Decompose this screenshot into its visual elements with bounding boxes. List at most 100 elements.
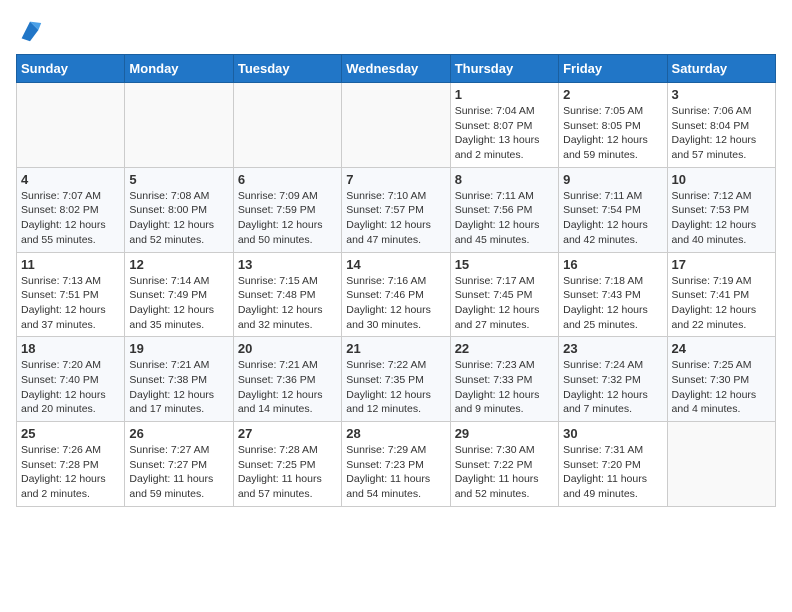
calendar-cell: [233, 83, 341, 168]
day-number: 15: [455, 257, 554, 272]
calendar-cell: 13 Sunrise: 7:15 AMSunset: 7:48 PMDayligh…: [233, 252, 341, 337]
calendar-week-2: 4 Sunrise: 7:07 AMSunset: 8:02 PMDaylight…: [17, 167, 776, 252]
calendar-cell: [667, 422, 775, 507]
day-number: 14: [346, 257, 445, 272]
day-number: 20: [238, 341, 337, 356]
day-number: 12: [129, 257, 228, 272]
day-info: Sunrise: 7:08 AMSunset: 8:00 PMDaylight:…: [129, 189, 228, 248]
calendar-cell: [342, 83, 450, 168]
day-header-sunday: Sunday: [17, 55, 125, 83]
day-info: Sunrise: 7:21 AMSunset: 7:36 PMDaylight:…: [238, 358, 337, 417]
day-header-wednesday: Wednesday: [342, 55, 450, 83]
calendar-cell: 24Sunrise: 7:25 AMSunset: 7:30 PMDayligh…: [667, 337, 775, 422]
calendar-week-5: 25Sunrise: 7:26 AMSunset: 7:28 PMDayligh…: [17, 422, 776, 507]
day-info: Sunrise: 7:10 AMSunset: 7:57 PMDaylight:…: [346, 189, 445, 248]
calendar-week-4: 18Sunrise: 7:20 AMSunset: 7:40 PMDayligh…: [17, 337, 776, 422]
calendar-table: SundayMondayTuesdayWednesdayThursdayFrid…: [16, 54, 776, 507]
day-number: 26: [129, 426, 228, 441]
day-info: Sunrise: 7:18 AMSunset: 7:43 PMDaylight:…: [563, 274, 662, 333]
day-number: 19: [129, 341, 228, 356]
day-info: Sunrise: 7:09 AMSunset: 7:59 PMDaylight:…: [238, 189, 337, 248]
logo: [16, 16, 48, 44]
logo-icon: [16, 16, 44, 44]
calendar-cell: 8 Sunrise: 7:11 AMSunset: 7:56 PMDaylight…: [450, 167, 558, 252]
day-info: Sunrise: 7:14 AMSunset: 7:49 PMDaylight:…: [129, 274, 228, 333]
day-number: 17: [672, 257, 771, 272]
day-info: Sunrise: 7:19 AMSunset: 7:41 PMDaylight:…: [672, 274, 771, 333]
calendar-cell: [17, 83, 125, 168]
day-number: 10: [672, 172, 771, 187]
day-number: 7: [346, 172, 445, 187]
day-number: 29: [455, 426, 554, 441]
day-number: 30: [563, 426, 662, 441]
day-info: Sunrise: 7:13 AMSunset: 7:51 PMDaylight:…: [21, 274, 120, 333]
calendar-cell: 10 Sunrise: 7:12 AMSunset: 7:53 PMDayligh…: [667, 167, 775, 252]
day-number: 9: [563, 172, 662, 187]
day-number: 1: [455, 87, 554, 102]
day-number: 3: [672, 87, 771, 102]
calendar-cell: 28 Sunrise: 7:29 AMSunset: 7:23 PMDayligh…: [342, 422, 450, 507]
calendar-cell: 21Sunrise: 7:22 AMSunset: 7:35 PMDayligh…: [342, 337, 450, 422]
day-info: Sunrise: 7:07 AMSunset: 8:02 PMDaylight:…: [21, 189, 120, 248]
day-header-saturday: Saturday: [667, 55, 775, 83]
calendar-cell: 17 Sunrise: 7:19 AMSunset: 7:41 PMDayligh…: [667, 252, 775, 337]
calendar-cell: 29 Sunrise: 7:30 AMSunset: 7:22 PMDayligh…: [450, 422, 558, 507]
calendar-cell: 11 Sunrise: 7:13 AMSunset: 7:51 PMDayligh…: [17, 252, 125, 337]
calendar-cell: 5 Sunrise: 7:08 AMSunset: 8:00 PMDaylight…: [125, 167, 233, 252]
day-info: Sunrise: 7:11 AMSunset: 7:56 PMDaylight:…: [455, 189, 554, 248]
calendar-cell: 20 Sunrise: 7:21 AMSunset: 7:36 PMDayligh…: [233, 337, 341, 422]
calendar-cell: 7 Sunrise: 7:10 AMSunset: 7:57 PMDaylight…: [342, 167, 450, 252]
calendar-cell: 1 Sunrise: 7:04 AMSunset: 8:07 PMDaylight…: [450, 83, 558, 168]
day-number: 11: [21, 257, 120, 272]
calendar-cell: 27 Sunrise: 7:28 AMSunset: 7:25 PMDayligh…: [233, 422, 341, 507]
day-number: 27: [238, 426, 337, 441]
calendar-cell: 26 Sunrise: 7:27 AMSunset: 7:27 PMDayligh…: [125, 422, 233, 507]
day-info: Sunrise: 7:06 AMSunset: 8:04 PMDaylight:…: [672, 104, 771, 163]
day-info: Sunrise: 7:29 AMSunset: 7:23 PMDaylight:…: [346, 443, 445, 502]
day-number: 5: [129, 172, 228, 187]
day-number: 18: [21, 341, 120, 356]
day-info: Sunrise: 7:04 AMSunset: 8:07 PMDaylight:…: [455, 104, 554, 163]
calendar-cell: 6 Sunrise: 7:09 AMSunset: 7:59 PMDaylight…: [233, 167, 341, 252]
day-info: Sunrise: 7:15 AMSunset: 7:48 PMDaylight:…: [238, 274, 337, 333]
day-header-thursday: Thursday: [450, 55, 558, 83]
calendar-cell: 25Sunrise: 7:26 AMSunset: 7:28 PMDayligh…: [17, 422, 125, 507]
calendar-cell: 22 Sunrise: 7:23 AMSunset: 7:33 PMDayligh…: [450, 337, 558, 422]
day-number: 25: [21, 426, 120, 441]
day-number: 8: [455, 172, 554, 187]
day-header-friday: Friday: [559, 55, 667, 83]
day-info: Sunrise: 7:30 AMSunset: 7:22 PMDaylight:…: [455, 443, 554, 502]
day-number: 16: [563, 257, 662, 272]
day-number: 6: [238, 172, 337, 187]
day-number: 23: [563, 341, 662, 356]
day-info: Sunrise: 7:22 AMSunset: 7:35 PMDaylight:…: [346, 358, 445, 417]
calendar-week-3: 11 Sunrise: 7:13 AMSunset: 7:51 PMDayligh…: [17, 252, 776, 337]
day-info: Sunrise: 7:17 AMSunset: 7:45 PMDaylight:…: [455, 274, 554, 333]
calendar-cell: 15 Sunrise: 7:17 AMSunset: 7:45 PMDayligh…: [450, 252, 558, 337]
day-info: Sunrise: 7:23 AMSunset: 7:33 PMDaylight:…: [455, 358, 554, 417]
day-header-monday: Monday: [125, 55, 233, 83]
day-info: Sunrise: 7:25 AMSunset: 7:30 PMDaylight:…: [672, 358, 771, 417]
day-info: Sunrise: 7:28 AMSunset: 7:25 PMDaylight:…: [238, 443, 337, 502]
page-header: [16, 16, 776, 44]
day-info: Sunrise: 7:31 AMSunset: 7:20 PMDaylight:…: [563, 443, 662, 502]
calendar-cell: 3 Sunrise: 7:06 AMSunset: 8:04 PMDaylight…: [667, 83, 775, 168]
calendar-cell: 30 Sunrise: 7:31 AMSunset: 7:20 PMDayligh…: [559, 422, 667, 507]
calendar-cell: 4 Sunrise: 7:07 AMSunset: 8:02 PMDaylight…: [17, 167, 125, 252]
day-info: Sunrise: 7:11 AMSunset: 7:54 PMDaylight:…: [563, 189, 662, 248]
day-number: 13: [238, 257, 337, 272]
day-number: 4: [21, 172, 120, 187]
day-info: Sunrise: 7:16 AMSunset: 7:46 PMDaylight:…: [346, 274, 445, 333]
calendar-week-1: 1 Sunrise: 7:04 AMSunset: 8:07 PMDaylight…: [17, 83, 776, 168]
day-number: 28: [346, 426, 445, 441]
calendar-cell: 18Sunrise: 7:20 AMSunset: 7:40 PMDayligh…: [17, 337, 125, 422]
calendar-cell: 12 Sunrise: 7:14 AMSunset: 7:49 PMDayligh…: [125, 252, 233, 337]
calendar-cell: 14 Sunrise: 7:16 AMSunset: 7:46 PMDayligh…: [342, 252, 450, 337]
day-number: 22: [455, 341, 554, 356]
day-info: Sunrise: 7:12 AMSunset: 7:53 PMDaylight:…: [672, 189, 771, 248]
day-info: Sunrise: 7:27 AMSunset: 7:27 PMDaylight:…: [129, 443, 228, 502]
calendar-cell: 9 Sunrise: 7:11 AMSunset: 7:54 PMDaylight…: [559, 167, 667, 252]
calendar-cell: 2Sunrise: 7:05 AMSunset: 8:05 PMDaylight…: [559, 83, 667, 168]
calendar-header-row: SundayMondayTuesdayWednesdayThursdayFrid…: [17, 55, 776, 83]
calendar-cell: 16 Sunrise: 7:18 AMSunset: 7:43 PMDayligh…: [559, 252, 667, 337]
